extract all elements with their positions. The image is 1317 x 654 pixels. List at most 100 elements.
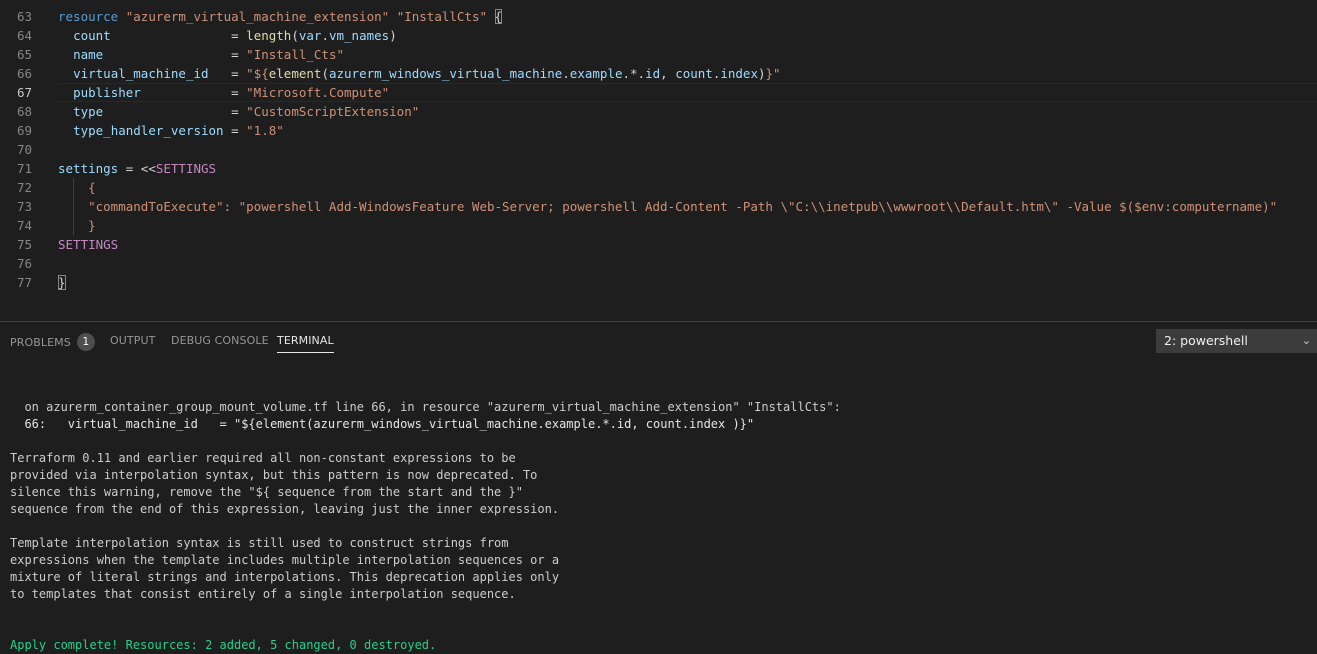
code-token: "Microsoft.Compute" [246, 85, 390, 100]
code-line[interactable]: 67 publisher = "Microsoft.Compute" [0, 83, 1317, 102]
code-token: = [118, 161, 141, 176]
terminal-line: silence this warning, remove the "${ seq… [10, 485, 523, 499]
code-text: name = "Install_Cts" [58, 45, 344, 64]
code-token: count [73, 28, 111, 43]
line-number: 76 [16, 256, 32, 271]
code-token: index [720, 66, 758, 81]
code-line[interactable]: 72 { [0, 178, 1317, 197]
code-token: "Install_Cts" [246, 47, 345, 62]
tab-label: TERMINAL [277, 334, 334, 347]
code-token: ) [389, 28, 397, 43]
code-token: count [675, 66, 713, 81]
code-line[interactable]: 64 count = length(var.vm_names) [0, 26, 1317, 45]
indent-guide [73, 178, 74, 235]
bottom-panel: PROBLEMS 1 OUTPUT DEBUG CONSOLE TERMINAL 2: … [0, 321, 1317, 652]
code-token: } [88, 218, 96, 233]
line-number: 68 [16, 104, 32, 119]
tab-output[interactable]: OUTPUT [110, 334, 155, 347]
code-line[interactable]: 66 virtual_machine_id = "${element(azure… [0, 64, 1317, 83]
code-line[interactable]: 69 type_handler_version = "1.8" [0, 121, 1317, 140]
code-token: }" [765, 66, 781, 81]
code-token: ( [321, 66, 329, 81]
terminal-line: mixture of literal strings and interpola… [10, 570, 560, 584]
code-token: = [103, 104, 247, 119]
code-text: resource "azurerm_virtual_machine_extens… [58, 7, 503, 26]
tab-debug-console[interactable]: DEBUG CONSOLE [171, 334, 269, 347]
code-text: publisher = "Microsoft.Compute" [58, 83, 389, 102]
code-token: .*. [622, 66, 646, 81]
code-token: ( [291, 28, 299, 43]
code-text: } [58, 273, 66, 292]
code-token: virtual_machine_id [73, 66, 209, 81]
code-token: } [58, 275, 66, 290]
code-token: azurerm_windows_virtual_machine [328, 66, 563, 81]
line-number: 67 [16, 85, 32, 100]
terminal-line: Apply complete! Resources: 2 added, 5 ch… [10, 638, 437, 652]
terminal-select-dropdown[interactable]: 2: powershell ⌄ [1156, 329, 1317, 353]
line-number: 69 [16, 123, 32, 138]
code-token: { [88, 180, 96, 195]
terminal-output[interactable]: on azurerm_container_group_mount_volume.… [10, 382, 1310, 654]
panel-tab-bar: PROBLEMS 1 OUTPUT DEBUG CONSOLE TERMINAL [0, 322, 1100, 360]
code-token: ) [758, 66, 766, 81]
code-line[interactable]: 65 name = "Install_Cts" [0, 45, 1317, 64]
terminal-select-value: 2: powershell [1164, 333, 1248, 348]
code-text: } [58, 216, 96, 235]
code-text: type_handler_version = "1.8" [58, 121, 284, 140]
code-token: resource [58, 9, 119, 24]
terminal-line: on azurerm_container_group_mount_volume.… [10, 400, 841, 414]
code-line[interactable]: 75 SETTINGS [0, 235, 1317, 254]
code-token: var [298, 28, 322, 43]
terminal-line: sequence from the end of this expression… [10, 502, 560, 516]
code-line[interactable]: 63 resource "azurerm_virtual_machine_exte… [0, 7, 1317, 26]
line-number: 74 [16, 218, 32, 233]
code-line[interactable]: 70 [0, 140, 1317, 159]
code-line[interactable]: 73 "commandToExecute": "powershell Add-W… [0, 197, 1317, 216]
code-token: "commandToExecute": "powershell Add-Wind… [88, 199, 1278, 214]
line-number: 72 [16, 180, 32, 195]
code-text: settings = <<SETTINGS [58, 159, 216, 178]
code-token: element [268, 66, 322, 81]
code-token: "InstallCts" [396, 9, 487, 24]
tab-label: PROBLEMS [10, 336, 71, 349]
code-token: type_handler_version [73, 123, 224, 138]
code-line[interactable]: 74 } [0, 216, 1317, 235]
terminal-line: Terraform 0.11 and earlier required all … [10, 451, 516, 465]
code-line[interactable]: 76 [0, 254, 1317, 273]
code-token: = [103, 47, 247, 62]
code-token: name [73, 47, 104, 62]
code-token: = [140, 85, 247, 100]
code-text: "commandToExecute": "powershell Add-Wind… [58, 197, 1277, 216]
line-number: 63 [16, 9, 32, 24]
terminal-line: 66: virtual_machine_id = "${element(azur… [10, 417, 755, 431]
tab-problems[interactable]: PROBLEMS 1 [10, 333, 95, 352]
code-editor[interactable]: 63 resource "azurerm_virtual_machine_exte… [0, 0, 1317, 321]
code-token: = [110, 28, 247, 43]
code-line[interactable]: 77} [0, 273, 1317, 292]
code-token: example [569, 66, 623, 81]
line-number: 70 [16, 142, 32, 157]
code-token: "CustomScriptExtension" [246, 104, 420, 119]
code-text: SETTINGS [58, 235, 118, 254]
line-number: 65 [16, 47, 32, 62]
terminal-line: Template interpolation syntax is still u… [10, 536, 509, 550]
code-text: count = length(var.vm_names) [58, 26, 397, 45]
terminal-line: expressions when the template includes m… [10, 553, 560, 567]
code-text: virtual_machine_id = "${element(azurerm_… [58, 64, 781, 83]
tab-terminal[interactable]: TERMINAL [277, 334, 334, 353]
tab-label: OUTPUT [110, 334, 156, 347]
code-token: id [645, 66, 661, 81]
chevron-down-icon: ⌄ [1301, 334, 1311, 347]
code-token: { [494, 9, 503, 24]
code-line[interactable]: 71 settings = <<SETTINGS [0, 159, 1317, 178]
code-line[interactable]: 68 type = "CustomScriptExtension" [0, 102, 1317, 121]
